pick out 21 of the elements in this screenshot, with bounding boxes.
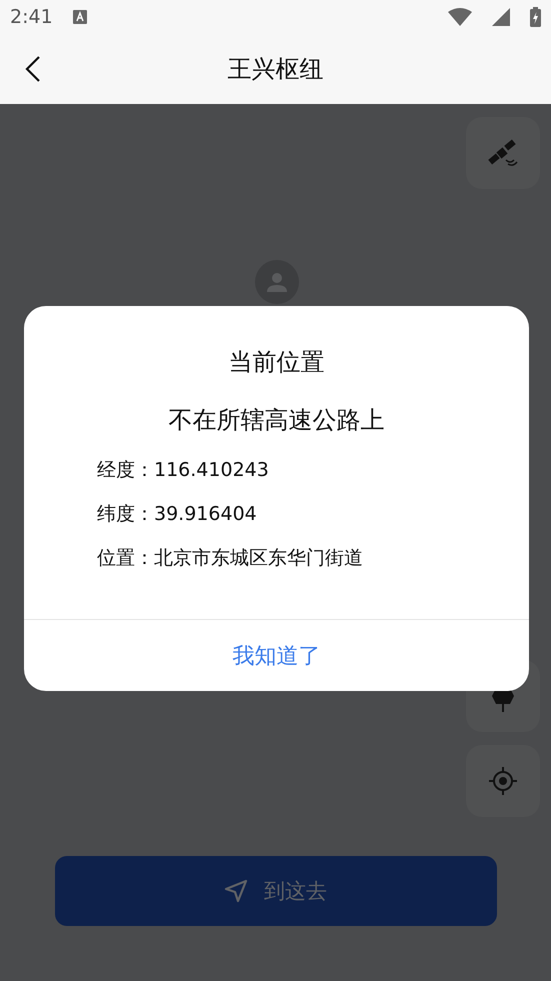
page-title: 王兴枢纽	[228, 54, 324, 85]
keyboard-icon	[72, 10, 87, 24]
field-value: 北京市东城区东华门街道	[154, 546, 363, 571]
status-time: 2:41	[10, 6, 53, 28]
person-icon	[266, 272, 288, 292]
back-icon	[25, 55, 41, 83]
field-label: 位置：	[97, 546, 154, 571]
locate-icon	[488, 766, 518, 796]
satellite-icon	[488, 138, 518, 168]
field-label: 经度：	[97, 458, 154, 483]
navigation-arrow-icon	[224, 879, 248, 903]
field-value: 116.410243	[154, 459, 269, 481]
battery-icon	[530, 7, 541, 27]
confirm-button[interactable]: 我知道了	[24, 619, 529, 691]
dialog-title: 当前位置	[228, 347, 324, 378]
field-label: 纬度：	[97, 502, 154, 527]
navigate-button[interactable]: 到这去	[54, 856, 496, 926]
field-value: 39.916404	[154, 503, 257, 525]
dialog-message: 不在所辖高速公路上	[168, 405, 384, 436]
signal-icon	[492, 8, 510, 26]
wifi-icon	[448, 8, 472, 26]
